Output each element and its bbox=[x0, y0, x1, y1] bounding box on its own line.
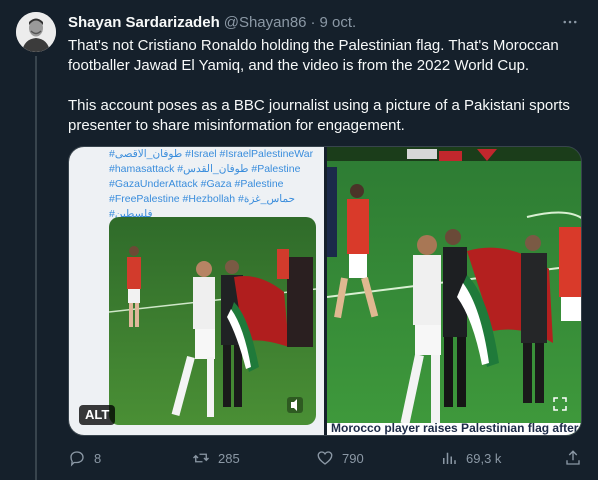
separator-dot: · bbox=[310, 13, 316, 31]
media-image-2[interactable]: Morocco player raises Palestinian flag a… bbox=[327, 147, 581, 435]
avatar-photo bbox=[16, 12, 56, 52]
tweet[interactable]: Shayan Sardarizadeh @Shayan86 · 9 oct. T… bbox=[0, 0, 598, 480]
author-name[interactable]: Shayan Sardarizadeh bbox=[68, 14, 220, 31]
share-button[interactable] bbox=[564, 448, 582, 468]
expand-icon-glyph bbox=[553, 397, 567, 411]
reply-icon bbox=[70, 451, 84, 467]
like-count: 790 bbox=[342, 450, 364, 466]
tweet-paragraph-2: This account poses as a BBC journalist u… bbox=[68, 97, 570, 134]
views-count: 69,3 k bbox=[466, 450, 502, 466]
retweet-button[interactable]: 285 bbox=[192, 448, 240, 468]
hashtag-block: #طوفان_الاقصى #Israel #IsraelPalestineWa… bbox=[109, 147, 319, 222]
video-caption-text: Morocco player raises Palestinian flag a… bbox=[331, 423, 579, 435]
tweet-text: That's not Cristiano Ronaldo holding the… bbox=[68, 36, 582, 136]
share-icon bbox=[566, 450, 580, 465]
reply-button[interactable]: 8 bbox=[68, 448, 101, 468]
football-match-photo bbox=[327, 147, 581, 435]
video-caption-strip: Morocco player raises Palestinian flag a… bbox=[327, 423, 581, 435]
more-button[interactable] bbox=[558, 10, 582, 34]
embedded-video-frame bbox=[109, 217, 316, 425]
views-bars-icon bbox=[443, 452, 456, 464]
retweet-icon bbox=[193, 453, 209, 463]
media-grid[interactable]: #طوفان_الاقصى #Israel #IsraelPalestineWa… bbox=[68, 146, 582, 436]
hashtag-line: #FreePalestine #Hezbollah #حماس_غزة bbox=[109, 193, 296, 205]
tweet-date[interactable]: 9 oct. bbox=[320, 14, 357, 31]
more-dots-icon bbox=[563, 20, 577, 24]
action-bar: 8 285 790 69,3 k bbox=[68, 448, 582, 468]
like-button[interactable]: 790 bbox=[316, 448, 364, 468]
football-scene-photo bbox=[109, 217, 316, 425]
views-button[interactable]: 69,3 k bbox=[440, 448, 501, 468]
hashtag-line: #hamasattack #طوفان_القدس #Palestine bbox=[109, 163, 301, 175]
tweet-header: Shayan Sardarizadeh @Shayan86 · 9 oct. bbox=[68, 12, 582, 32]
expand-icon[interactable] bbox=[553, 397, 567, 416]
media-image-1[interactable]: #طوفان_الاقصى #Israel #IsraelPalestineWa… bbox=[69, 147, 324, 435]
hashtag-line: #طوفان_الاقصى #Israel #IsraelPalestineWa… bbox=[109, 148, 314, 160]
heart-icon bbox=[317, 451, 333, 465]
author-handle[interactable]: @Shayan86 bbox=[224, 14, 307, 31]
hashtag-line: #GazaUnderAttack #Gaza #Palestine bbox=[109, 178, 284, 190]
retweet-count: 285 bbox=[218, 450, 240, 466]
tweet-paragraph-1: That's not Cristiano Ronaldo holding the… bbox=[68, 37, 559, 74]
reply-count: 8 bbox=[94, 450, 102, 466]
thread-line bbox=[35, 56, 37, 480]
avatar[interactable] bbox=[16, 12, 56, 52]
alt-badge[interactable]: ALT bbox=[79, 405, 116, 425]
